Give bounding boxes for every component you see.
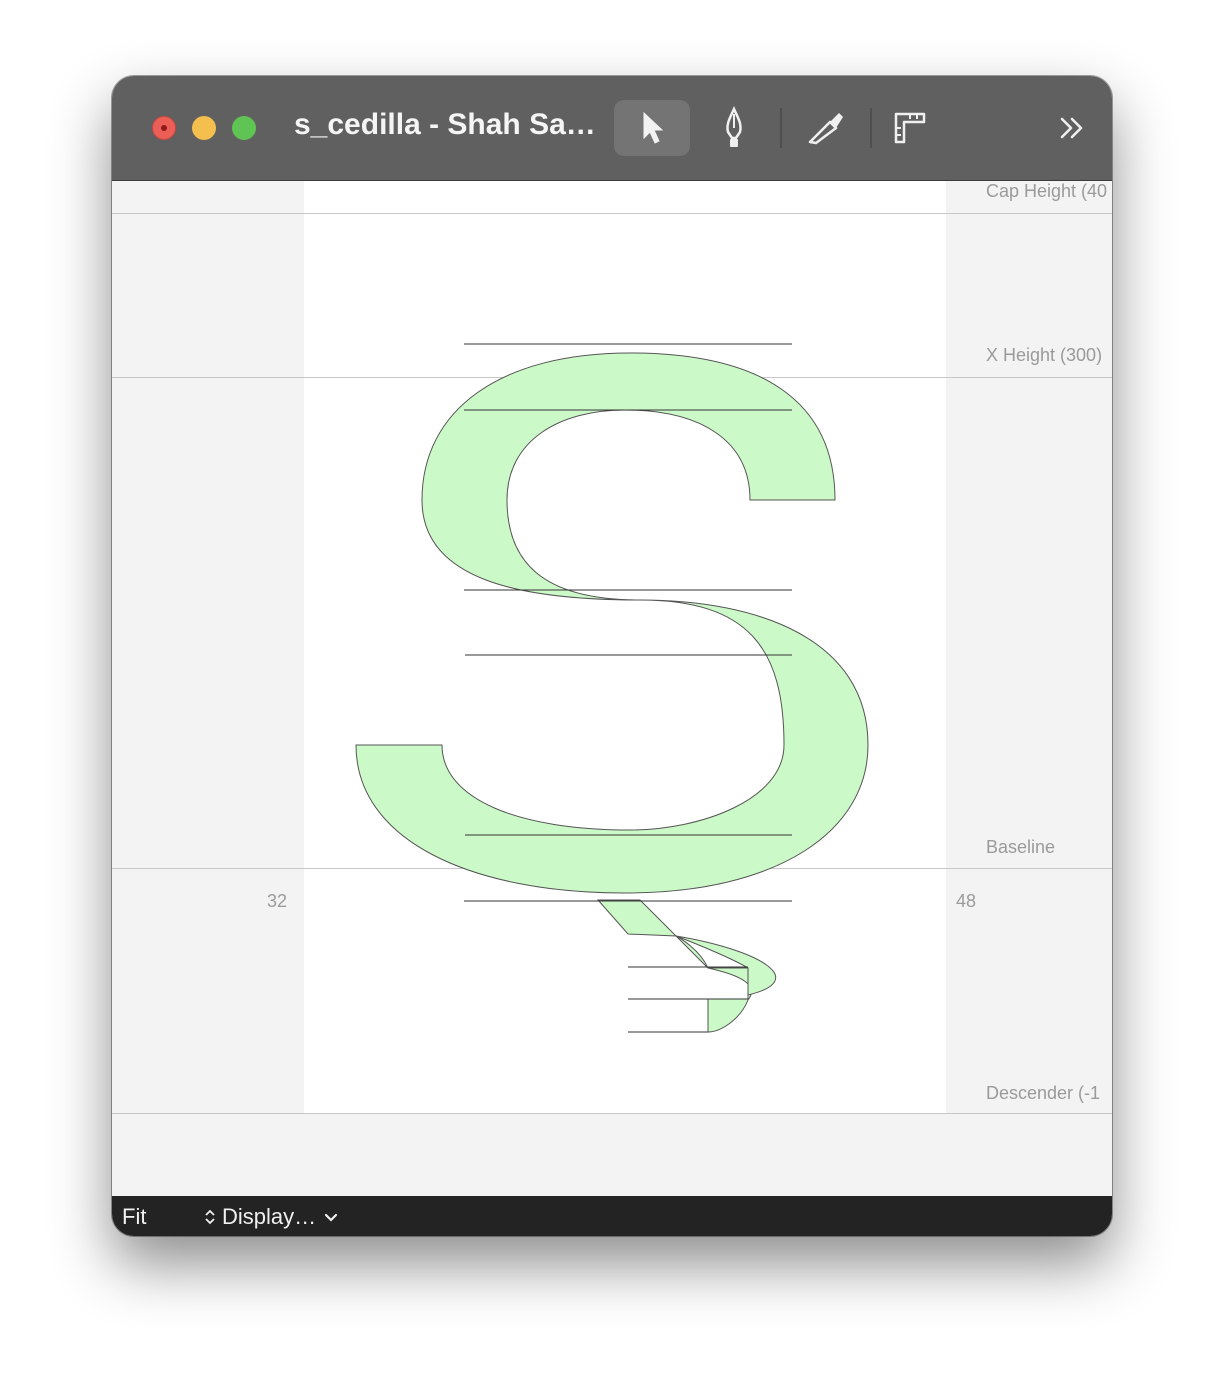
ruler-icon <box>894 112 926 144</box>
glyph-outline[interactable] <box>112 181 1112 1196</box>
titlebar: s_cedilla - Shah Sa… <box>112 76 1112 181</box>
statusbar: Fit Display… <box>112 1196 1112 1236</box>
zoom-window-button[interactable] <box>232 116 256 140</box>
knife-tool-button[interactable] <box>788 100 864 156</box>
window-title: s_cedilla - Shah Sa… <box>294 108 596 141</box>
zoom-level-button[interactable]: Fit <box>122 1204 146 1230</box>
toolbar-separator <box>780 108 782 148</box>
pen-tool-button[interactable] <box>696 100 772 156</box>
glyph-canvas[interactable]: Cap Height (40 X Height (300) Baseline D… <box>112 181 1112 1196</box>
cedilla-contour[interactable] <box>675 935 777 996</box>
s-contour[interactable] <box>355 352 869 894</box>
close-icon <box>161 125 167 131</box>
minimize-window-button[interactable] <box>192 116 216 140</box>
measure-tool-button[interactable] <box>872 100 948 156</box>
pen-nib-icon <box>726 106 742 147</box>
cedilla-contour[interactable] <box>596 899 752 1033</box>
select-tool-button[interactable] <box>614 100 690 156</box>
glyph-editor-window: s_cedilla - Shah Sa… Cap Height (40 X He… <box>112 76 1112 1236</box>
toolbar-overflow-button[interactable] <box>1034 100 1110 156</box>
knife-icon <box>808 113 843 145</box>
chevron-down-icon <box>325 1213 338 1222</box>
up-down-chevron-icon <box>205 1209 215 1225</box>
arrow-cursor-icon <box>643 111 664 144</box>
display-options-popup[interactable]: Display… <box>204 1204 340 1230</box>
double-chevron-right-icon <box>1060 117 1083 139</box>
display-options-label: Display… <box>222 1204 317 1229</box>
close-window-button[interactable] <box>152 116 176 140</box>
